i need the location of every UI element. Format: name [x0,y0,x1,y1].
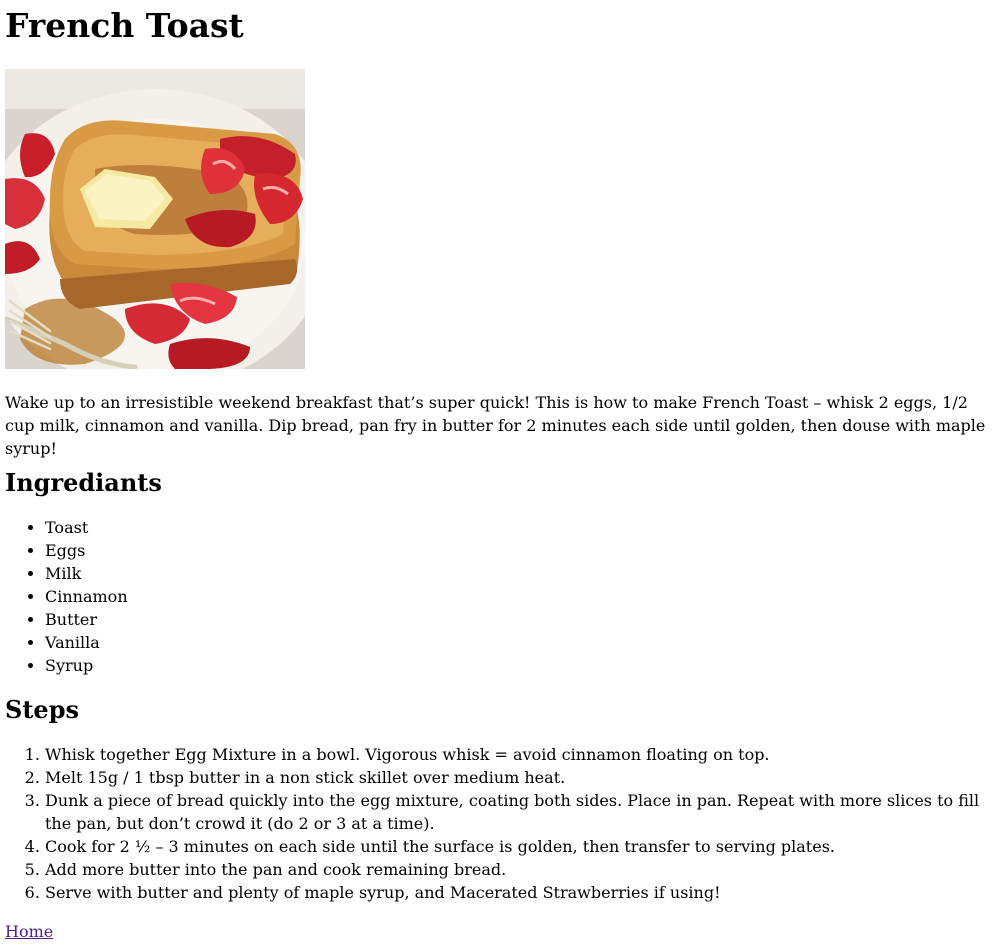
home-link[interactable]: Home [5,920,53,943]
ingredient-item: Cinnamon [45,585,987,608]
steps-list: Whisk together Egg Mixture in a bowl. Vi… [5,743,985,904]
recipe-page: French Toast Wake up to an irresistible … [0,0,992,943]
ingredients-list: Toast Eggs Milk Cinnamon Butter Vanilla … [5,516,987,677]
page-title: French Toast [5,6,244,45]
ingredient-item: Toast [45,516,987,539]
ingredient-item: Vanilla [45,631,987,654]
ingredient-item: Butter [45,608,987,631]
intro-paragraph: Wake up to an irresistible weekend break… [5,393,986,458]
step-item: Serve with butter and plenty of maple sy… [45,881,985,904]
step-item: Cook for 2 ½ – 3 minutes on each side un… [45,835,985,858]
step-item: Add more butter into the pan and cook re… [45,858,985,881]
french-toast-photo [5,69,305,369]
steps-heading: Steps [5,695,79,724]
step-item: Melt 15g / 1 tbsp butter in a non stick … [45,766,985,789]
ingredient-item: Syrup [45,654,987,677]
step-item: Dunk a piece of bread quickly into the e… [45,789,985,835]
ingredient-item: Eggs [45,539,987,562]
ingredients-heading: Ingrediants [5,468,162,497]
ingredient-item: Milk [45,562,987,585]
step-item: Whisk together Egg Mixture in a bowl. Vi… [45,743,985,766]
